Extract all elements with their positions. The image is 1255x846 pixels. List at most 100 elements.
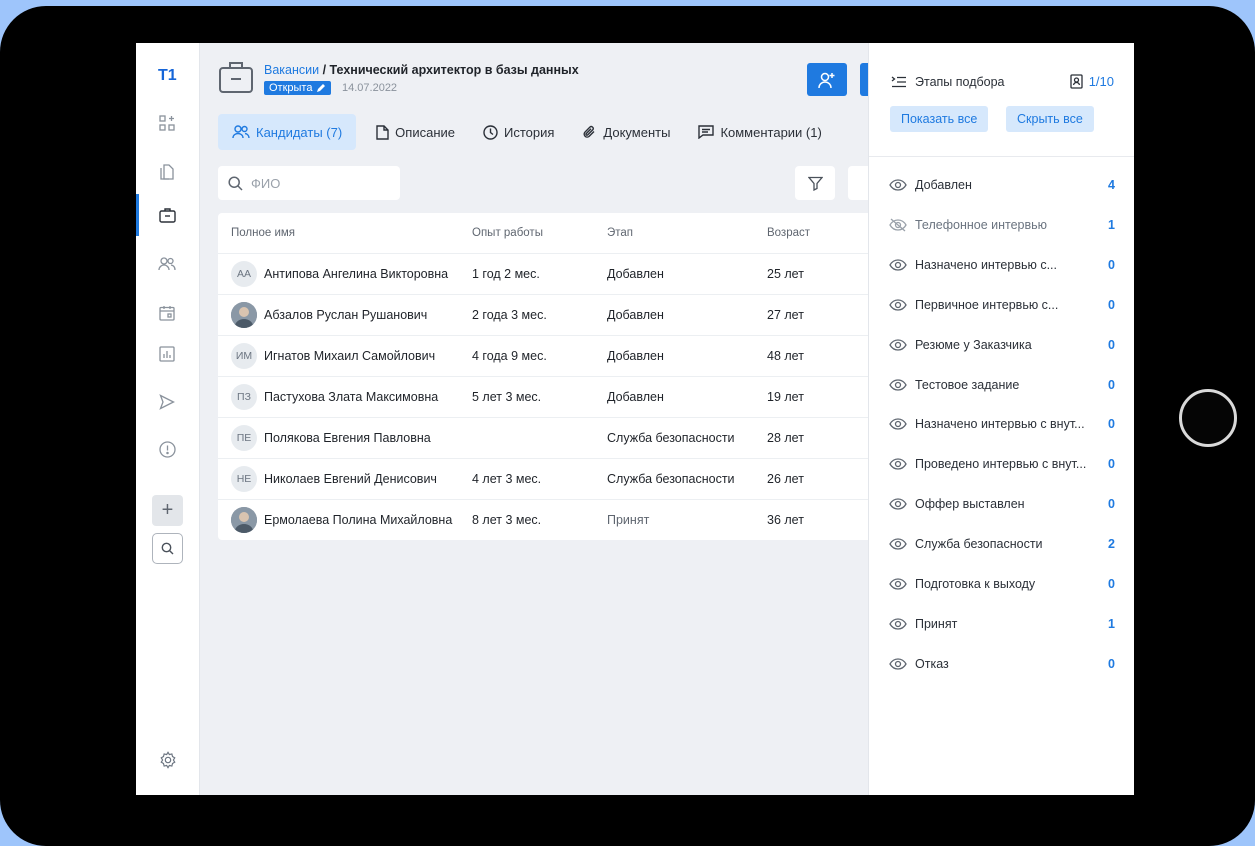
dashboard-icon[interactable] [157, 113, 177, 133]
stage-item[interactable]: Оффер выставлен 0 [889, 494, 1115, 514]
candidate-stage: Служба безопасности [607, 472, 735, 486]
stage-item[interactable]: Подготовка к выходу 0 [889, 574, 1115, 594]
filter-button[interactable] [795, 166, 835, 200]
eye-icon[interactable] [889, 457, 907, 471]
tab-candidates[interactable]: Кандидаты (7) [218, 114, 357, 150]
send-icon[interactable] [157, 392, 177, 412]
table-row[interactable]: ПЗ Пастухова Злата Максимовна 5 лет 3 мес.… [218, 377, 868, 418]
eye-icon[interactable] [889, 537, 907, 551]
candidate-name[interactable]: Полякова Евгения Павловна [264, 431, 431, 445]
stage-item[interactable]: Тестовое задание 0 [889, 375, 1115, 395]
eye-icon[interactable] [889, 178, 907, 192]
table-row[interactable]: ПЕ Полякова Евгения Павловна Служба безопа… [218, 418, 868, 459]
stage-item[interactable]: Добавлен 4 [889, 175, 1115, 195]
eye-icon[interactable] [889, 657, 907, 671]
home-button[interactable] [1179, 389, 1237, 447]
alert-icon[interactable] [157, 439, 177, 459]
stage-name: Отказ [915, 656, 949, 671]
stage-name: Подготовка к выходу [915, 577, 1036, 591]
candidate-age: 27 лет [767, 308, 804, 322]
add-button[interactable]: + [152, 495, 183, 526]
avatar-initials: НЕ [236, 473, 252, 485]
breadcrumb-vacancies-link[interactable]: Вакансии [264, 63, 319, 77]
filter-icon [807, 176, 823, 191]
column-header-stage[interactable]: Этап [593, 227, 753, 239]
sort-button[interactable] [848, 166, 868, 200]
candidate-name[interactable]: Абзалов Руслан Рушанович [264, 308, 427, 322]
search-field[interactable] [218, 166, 400, 200]
eye-icon[interactable] [889, 417, 907, 431]
stage-item[interactable]: Отказ 0 [889, 654, 1115, 674]
documents-icon[interactable] [157, 162, 177, 182]
candidates-table: Полное имя Опыт работы Этап Возраст АА Ан… [218, 213, 868, 540]
search-icon [161, 542, 174, 555]
settings-gear-icon[interactable] [159, 751, 177, 769]
status-badge[interactable]: Открыта [264, 81, 332, 95]
app-logo[interactable]: T1 [158, 67, 177, 85]
candidate-name[interactable]: Пастухова Злата Максимовна [264, 390, 438, 404]
candidate-age: 28 лет [767, 431, 804, 445]
candidate-stage: Добавлен [607, 390, 664, 404]
show-all-button[interactable]: Показать все [890, 106, 989, 132]
avatar [231, 507, 257, 533]
eye-icon[interactable] [889, 497, 907, 511]
tab-documents[interactable]: Документы [568, 114, 684, 150]
sidebar-active-indicator [136, 194, 139, 236]
stage-item[interactable]: Принят 1 [889, 614, 1115, 634]
tab-comments[interactable]: Комментарии (1) [684, 114, 835, 150]
stage-name: Назначено интервью с... [915, 257, 1057, 272]
candidate-stage: Добавлен [607, 308, 664, 322]
avatar-initials: ПЕ [236, 432, 252, 444]
hide-all-button[interactable]: Скрыть все [1006, 106, 1094, 132]
candidate-experience: 5 лет 3 мес. [472, 390, 542, 404]
table-row[interactable]: Абзалов Руслан Рушанович 2 года 3 мес. Доб… [218, 295, 868, 336]
tab-history[interactable]: История [469, 114, 568, 150]
stage-item[interactable]: Назначено интервью с... 0 [889, 255, 1115, 275]
candidate-experience: 4 года 9 мес. [472, 349, 547, 363]
stage-item[interactable]: Назначено интервью с внут... 0 [889, 414, 1115, 434]
eye-icon[interactable] [889, 298, 907, 312]
column-header-age[interactable]: Возраст [753, 227, 868, 239]
add-candidate-button[interactable] [807, 63, 847, 96]
eye-icon[interactable] [889, 378, 907, 392]
candidate-name[interactable]: Антипова Ангелина Викторовна [264, 267, 448, 281]
tab-description[interactable]: Описание [362, 114, 469, 150]
search-input[interactable] [249, 174, 383, 192]
analytics-icon[interactable] [157, 344, 177, 364]
candidate-name[interactable]: Ермолаева Полина Михайловна [264, 513, 452, 527]
stage-item[interactable]: Служба безопасности 2 [889, 534, 1115, 554]
stage-item[interactable]: Проведено интервью с внут... 0 [889, 454, 1115, 474]
table-row[interactable]: Ермолаева Полина Михайловна 8 лет 3 мес. П… [218, 500, 868, 540]
eye-icon[interactable] [889, 258, 907, 272]
avatar-initials: ИМ [235, 350, 253, 362]
stage-item[interactable]: Резюме у Заказчика 0 [889, 335, 1115, 355]
stage-item[interactable]: Телефонное интервью 1 [889, 215, 1115, 235]
eye-off-icon[interactable] [889, 218, 907, 232]
table-row[interactable]: АА Антипова Ангелина Викторовна 1 год 2 ме… [218, 254, 868, 295]
candidate-name[interactable]: Николаев Евгений Денисович [264, 472, 437, 486]
table-row[interactable]: ИМ Игнатов Михаил Самойлович 4 года 9 мес.… [218, 336, 868, 377]
calendar-icon[interactable] [157, 303, 177, 323]
vacancies-icon[interactable] [157, 205, 177, 225]
candidate-stage: Служба безопасности [607, 431, 735, 445]
column-header-experience[interactable]: Опыт работы [458, 227, 593, 239]
tab-candidates-label: Кандидаты (7) [256, 124, 343, 140]
table-row[interactable]: НЕ Николаев Евгений Денисович 4 лет 3 мес.… [218, 459, 868, 500]
candidates-icon[interactable] [157, 254, 177, 274]
eye-icon[interactable] [889, 617, 907, 631]
vacancy-date: 14.07.2022 [342, 82, 398, 94]
stage-count: 0 [1108, 497, 1115, 512]
stages-list-icon [891, 76, 906, 88]
eye-icon[interactable] [889, 338, 907, 352]
avatar: ПЗ [231, 384, 257, 410]
users-icon [232, 125, 250, 139]
badge-icon [1070, 74, 1083, 89]
breadcrumb-separator: / [319, 63, 330, 77]
global-search-button[interactable] [152, 533, 183, 564]
column-header-name[interactable]: Полное имя [218, 227, 458, 239]
stage-item[interactable]: Первичное интервью с... 0 [889, 295, 1115, 315]
tab-history-label: История [504, 124, 555, 140]
candidate-name[interactable]: Игнатов Михаил Самойлович [264, 349, 435, 363]
eye-icon[interactable] [889, 577, 907, 591]
stage-count: 0 [1108, 656, 1115, 671]
